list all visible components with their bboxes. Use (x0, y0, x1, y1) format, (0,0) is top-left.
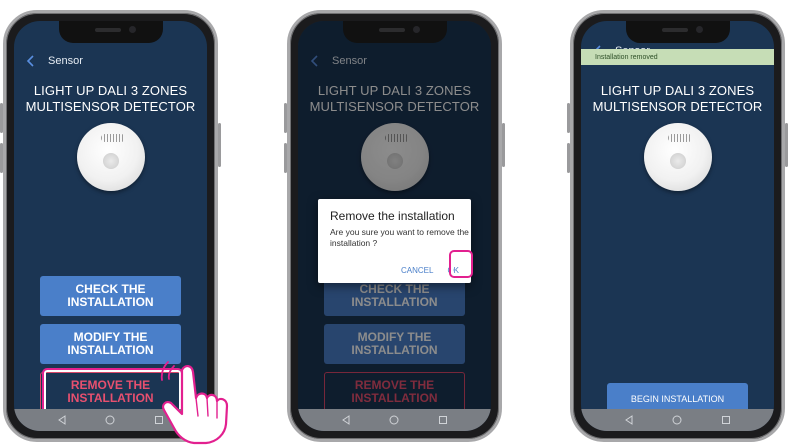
dialog-message: Are you sure you want to remove the inst… (330, 227, 469, 248)
phone-notch (342, 21, 447, 43)
nav-recents-icon[interactable] (438, 415, 448, 425)
nav-back-icon[interactable] (624, 415, 634, 425)
phone-notch (625, 21, 730, 43)
check-installation-button[interactable]: CHECK THE INSTALLATION (40, 276, 181, 316)
device-title: LIGHT UP DALI 3 ZONES MULTISENSOR DETECT… (14, 83, 207, 115)
nav-home-icon[interactable] (389, 415, 399, 425)
android-nav-bar (581, 409, 774, 431)
nav-recents-icon[interactable] (721, 415, 731, 425)
dialog-title: Remove the installation (330, 209, 455, 223)
nav-home-icon[interactable] (672, 415, 682, 425)
device-title-line1: LIGHT UP DALI 3 ZONES (33, 83, 188, 98)
back-arrow-icon[interactable] (24, 54, 38, 68)
dialog-cancel-button[interactable]: CANCEL (401, 266, 433, 275)
android-nav-bar (298, 409, 491, 431)
nav-back-icon[interactable] (57, 415, 67, 425)
tap-highlight (449, 250, 473, 278)
phone-notch (58, 21, 163, 43)
tapping-hand-icon (160, 361, 229, 445)
sensor-image (76, 123, 145, 191)
nav-home-icon[interactable] (105, 415, 115, 425)
device-title-line2: MULTISENSOR DETECTOR (25, 99, 196, 114)
modify-installation-button[interactable]: MODIFY THE INSTALLATION (40, 324, 181, 364)
device-title: LIGHT UP DALI 3 ZONES MULTISENSOR DETECT… (581, 83, 774, 115)
app-screen: Sensor LIGHT UP DALI 3 ZONES MULTISENSOR… (298, 21, 491, 431)
header-title: Sensor (48, 55, 83, 67)
device-title-line1: LIGHT UP DALI 3 ZONES (600, 83, 755, 98)
app-screen: Sensor Installation removed LIGHT UP DAL… (581, 21, 774, 431)
status-toast: Installation removed (581, 49, 774, 65)
sensor-image (643, 123, 712, 191)
device-title-line2: MULTISENSOR DETECTOR (592, 99, 763, 114)
nav-back-icon[interactable] (341, 415, 351, 425)
phone-frame-3: Sensor Installation removed LIGHT UP DAL… (567, 10, 788, 442)
app-header: Sensor (24, 51, 197, 71)
phone-frame-2: Sensor LIGHT UP DALI 3 ZONES MULTISENSOR… (284, 10, 505, 442)
